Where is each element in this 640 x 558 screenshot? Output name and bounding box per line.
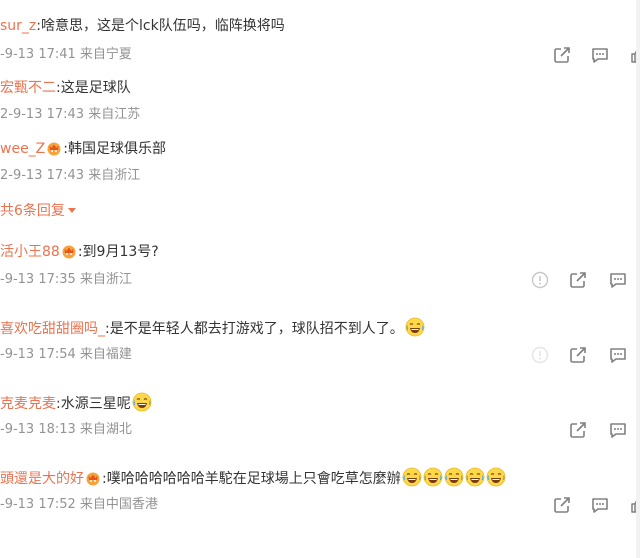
comment-text: 噗哈哈哈哈哈哈羊駝在足球場上只會吃草怎麼辦 (106, 471, 401, 487)
comment-icon[interactable] (608, 345, 628, 365)
laugh-cry-emoji (486, 467, 506, 487)
share-icon[interactable] (568, 420, 588, 440)
comment-username[interactable]: 喜欢吃甜甜圈吗_ (0, 321, 105, 337)
comment-text: 啥意思，这是个lck队伍吗，临阵换将吗 (41, 18, 285, 34)
share-icon[interactable] (552, 45, 572, 65)
comment-meta: -9-13 17:41 来自宁夏 (0, 47, 132, 62)
comment-text-row: 活小王88:到9月13号? (0, 243, 159, 260)
laugh-cry-emoji (423, 467, 443, 487)
comment-username[interactable]: 宏甄不二 (0, 80, 56, 96)
comment-actions (568, 420, 640, 442)
comment-text-row: sur_z:啥意思，这是个lck队伍吗，临阵换将吗 (0, 18, 285, 34)
share-icon[interactable] (568, 345, 588, 365)
comment-username[interactable]: 頭還是大的好 (0, 471, 84, 487)
comment-text-row: 頭還是大的好:噗哈哈哈哈哈哈羊駝在足球場上只會吃草怎麼辦 (0, 467, 506, 489)
comment-meta: -9-13 17:52 来自中国香港 (0, 497, 158, 512)
comment-meta: 2-9-13 17:43 来自江苏 (0, 107, 141, 122)
report-icon[interactable] (530, 270, 550, 290)
comment-meta: -9-13 17:54 来自福建 (0, 347, 132, 362)
comment-text: 这是足球队 (60, 80, 131, 96)
comment-text-row: 喜欢吃甜甜圈吗_:是不是年轻人都去打游戏了，球队招不到人了。 (0, 317, 425, 339)
vip-crown-icon (85, 470, 101, 486)
comment-actions (552, 495, 640, 517)
laugh-cry-emoji (405, 317, 425, 337)
laugh-cry-emoji (132, 392, 152, 412)
comment-text: 水源三星呢 (60, 396, 131, 412)
chevron-down-icon (67, 208, 76, 213)
comment-text: 韩国足球俱乐部 (68, 141, 166, 157)
share-icon[interactable] (568, 270, 588, 290)
comment-icon[interactable] (608, 420, 628, 440)
vip-crown-icon (46, 140, 62, 156)
comment-text-row: 宏甄不二:这是足球队 (0, 80, 131, 96)
comment-username[interactable]: sur_z (0, 18, 36, 34)
comment-username[interactable]: 克麦克麦 (0, 396, 56, 412)
comment-username[interactable]: wee_Z (0, 141, 45, 157)
comment-icon[interactable] (590, 45, 610, 65)
comment-actions (552, 45, 640, 67)
comment-meta: -9-13 18:13 来自湖北 (0, 422, 132, 437)
comment-meta: -9-13 17:35 来自浙江 (0, 272, 132, 287)
share-icon[interactable] (552, 495, 572, 515)
vip-crown-icon (61, 243, 77, 259)
laugh-cry-emoji (465, 467, 485, 487)
comment-actions (530, 270, 640, 292)
comment-icon[interactable] (590, 495, 610, 515)
comment-text-row: wee_Z:韩国足球俱乐部 (0, 140, 166, 157)
laugh-cry-emoji (402, 467, 422, 487)
comment-text: 到9月13号? (82, 244, 159, 260)
comment-username[interactable]: 活小王88 (0, 244, 60, 260)
comment-icon[interactable] (608, 270, 628, 290)
laugh-cry-emoji (444, 467, 464, 487)
comment-meta: 2-9-13 17:43 来自浙江 (0, 168, 141, 183)
comment-text: 是不是年轻人都去打游戏了，球队招不到人了。 (109, 321, 404, 337)
comment-actions (530, 345, 640, 367)
scrollbar-track[interactable] (636, 0, 640, 558)
more-replies-link[interactable]: 共6条回复 (0, 201, 76, 221)
report-icon[interactable] (530, 345, 550, 365)
comment-text-row: 克麦克麦:水源三星呢 (0, 392, 152, 414)
